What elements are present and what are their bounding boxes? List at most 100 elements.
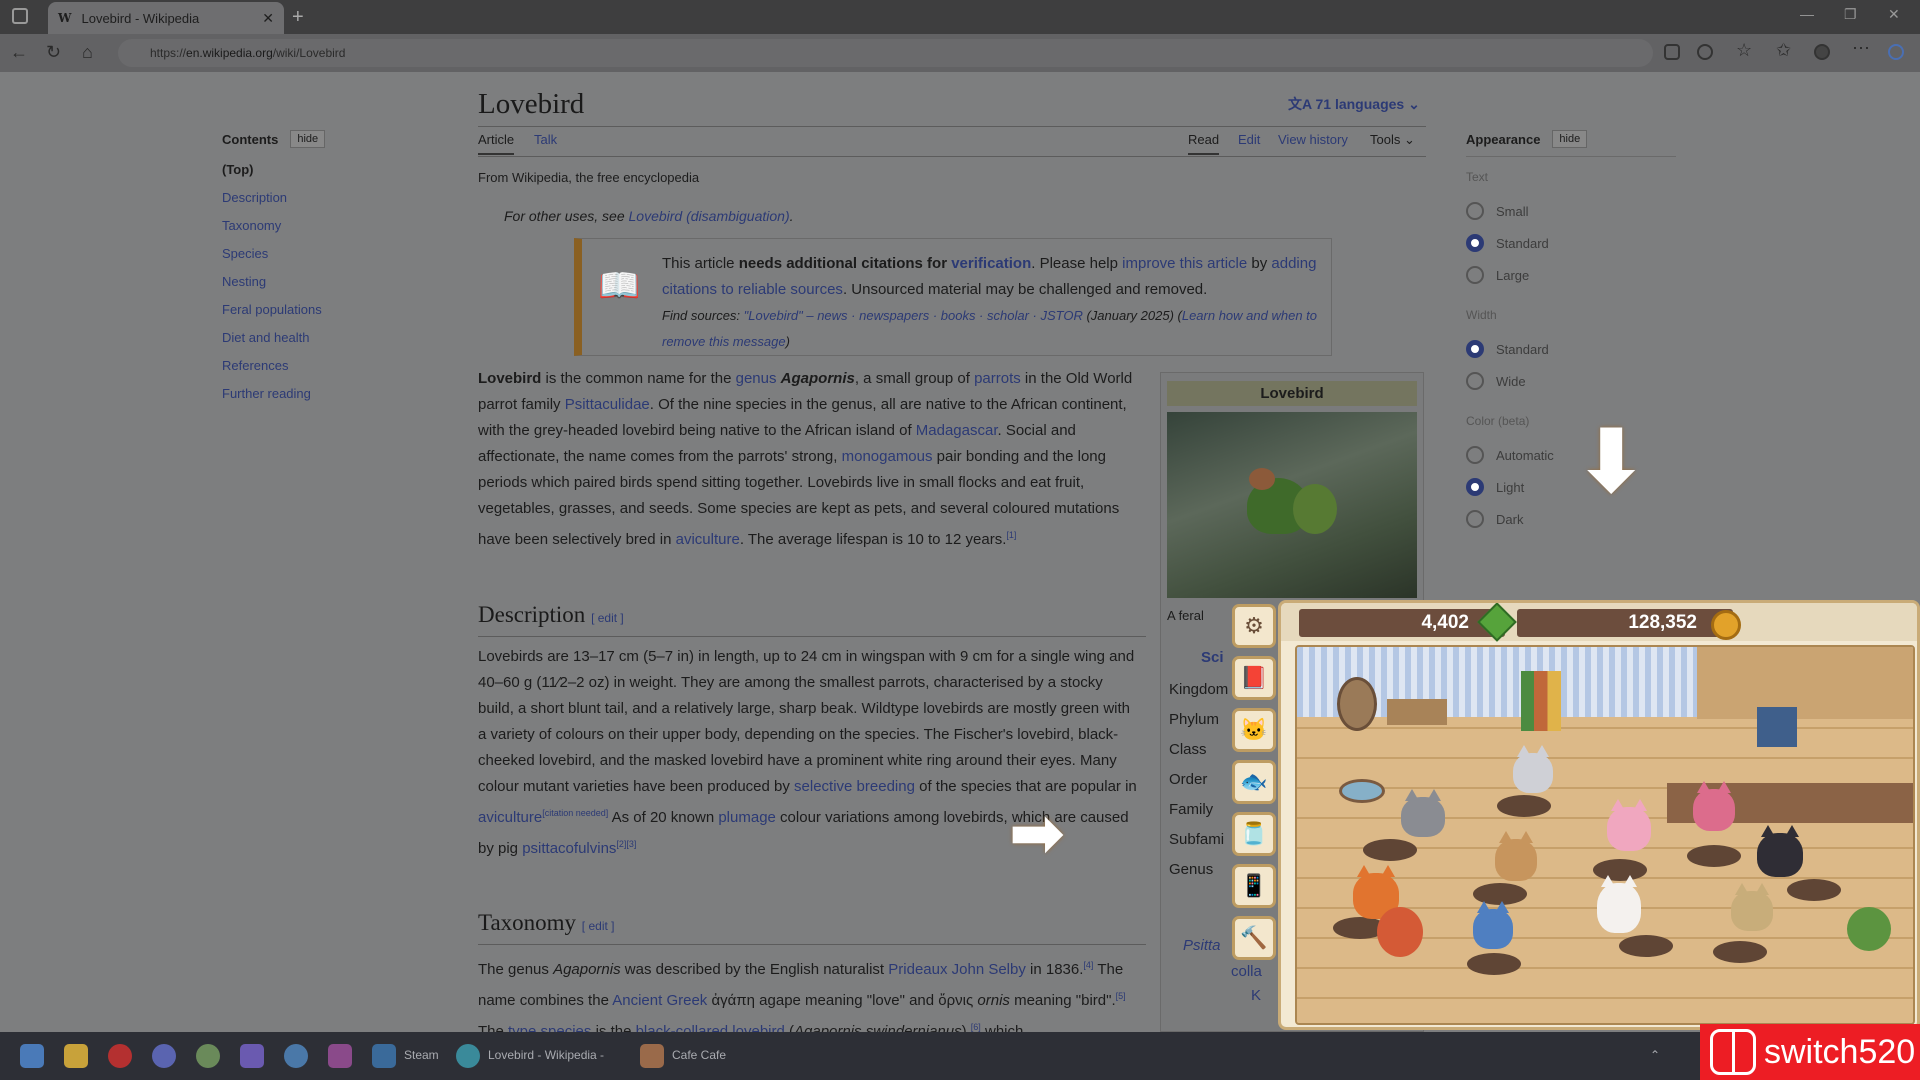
pink-cat[interactable] <box>1607 799 1651 851</box>
toc-item-references[interactable]: References <box>222 358 436 386</box>
find-sources-links[interactable]: "Lovebird" – news · newspapers · books ·… <box>744 308 1083 323</box>
read-aloud-icon[interactable] <box>1664 44 1680 60</box>
reference-link[interactable]: [2][3] <box>616 839 636 849</box>
white-cat[interactable] <box>1597 875 1641 933</box>
new-tab-icon[interactable]: + <box>292 6 304 29</box>
edit-section-link[interactable]: [ edit ] <box>591 611 624 625</box>
edge-task-label[interactable]: Lovebird - Wikipedia - <box>488 1048 604 1062</box>
cafe-table[interactable] <box>1687 845 1741 867</box>
app-icon[interactable] <box>328 1044 352 1068</box>
toc-item-top[interactable]: (Top) <box>222 162 436 190</box>
mirror-decoration[interactable] <box>1337 677 1377 731</box>
reference-link[interactable]: [6] <box>971 1022 981 1032</box>
reference-link[interactable]: [1] <box>1006 530 1016 540</box>
water-bowl[interactable] <box>1339 779 1385 803</box>
globe-icon[interactable] <box>284 1044 308 1068</box>
favorite-star-icon[interactable]: ☆ <box>1736 40 1752 61</box>
cafe-table[interactable] <box>1787 879 1841 901</box>
sci-classification-link[interactable]: Sci <box>1201 649 1224 666</box>
genus-link[interactable]: genus <box>736 370 777 387</box>
radio-width-wide[interactable]: Wide <box>1466 372 1526 390</box>
pink-cat[interactable] <box>1693 781 1735 831</box>
madagascar-link[interactable]: Madagascar <box>916 422 998 439</box>
cafe-game-icon[interactable] <box>640 1044 664 1068</box>
aviculture-link[interactable]: aviculture <box>676 531 740 548</box>
toc-item-nesting[interactable]: Nesting <box>222 274 436 302</box>
white-cat[interactable] <box>1513 745 1553 793</box>
toc-item-feral-populations[interactable]: Feral populations <box>222 302 436 330</box>
game-task-label[interactable]: Cafe Cafe <box>672 1048 726 1062</box>
browser-essentials-icon[interactable] <box>1697 44 1713 60</box>
hammer-icon[interactable]: 🔨 <box>1232 916 1276 960</box>
radio-color-dark[interactable]: Dark <box>1466 510 1523 528</box>
cat-portrait-icon[interactable]: 🐱 <box>1232 708 1276 752</box>
tan-cat[interactable] <box>1495 831 1537 881</box>
jar-icon[interactable]: 🫙 <box>1232 812 1276 856</box>
toc-item-species[interactable]: Species <box>222 246 436 274</box>
toc-hide-button[interactable]: hide <box>290 130 326 148</box>
fish-icon[interactable]: 🐟 <box>1232 760 1276 804</box>
edit-section-link[interactable]: [ edit ] <box>582 919 615 933</box>
radio-color-automatic[interactable]: Automatic <box>1466 446 1554 464</box>
flower-plant[interactable] <box>1377 907 1423 957</box>
appearance-hide-button[interactable]: hide <box>1552 130 1588 148</box>
radio-text-standard[interactable]: Standard <box>1466 234 1549 252</box>
cafe-table[interactable] <box>1713 941 1767 963</box>
disambiguation-link[interactable]: Lovebird (disambiguation) <box>629 208 790 224</box>
tab-article[interactable]: Article <box>478 132 515 155</box>
url-field[interactable]: https://en.wikipedia.org/wiki/Lovebird <box>118 39 1653 67</box>
languages-button[interactable]: 文A 71 languages ⌄ <box>1288 94 1420 114</box>
selby-link[interactable]: Prideaux John Selby <box>888 961 1026 978</box>
tab-view-history[interactable]: View history <box>1278 132 1348 147</box>
radio-text-large[interactable]: Large <box>1466 266 1529 284</box>
toc-item-diet-and-health[interactable]: Diet and health <box>222 330 436 358</box>
cafe-table[interactable] <box>1497 795 1551 817</box>
infobox-species-link[interactable]: Psitta <box>1183 937 1221 954</box>
verification-link[interactable]: verification <box>951 255 1031 272</box>
monogamous-link[interactable]: monogamous <box>842 448 933 465</box>
tan-cat[interactable] <box>1731 883 1773 931</box>
refresh-icon[interactable]: ↻ <box>46 42 61 63</box>
app-icon[interactable] <box>240 1044 264 1068</box>
chevron-up-icon[interactable]: ⌃ <box>1650 1048 1660 1062</box>
tab-tools[interactable]: Tools ⌄ <box>1370 132 1415 148</box>
radio-color-light[interactable]: Light <box>1466 478 1524 496</box>
favorites-icon[interactable]: ✩ <box>1776 40 1791 61</box>
selective-breeding-link[interactable]: selective breeding <box>794 778 915 795</box>
tea-shelf-decoration[interactable] <box>1387 699 1447 725</box>
ancient-greek-link[interactable]: Ancient Greek <box>612 992 707 1009</box>
profile-avatar[interactable] <box>1814 44 1830 60</box>
psittaculidae-link[interactable]: Psittaculidae <box>565 396 650 413</box>
toc-item-taxonomy[interactable]: Taxonomy <box>222 218 436 246</box>
aviculture-link[interactable]: aviculture <box>478 809 542 826</box>
phone-icon[interactable]: 📱 <box>1232 864 1276 908</box>
potted-plant[interactable] <box>1847 907 1891 951</box>
copilot-icon[interactable] <box>1888 44 1904 60</box>
citation-needed[interactable]: [citation needed] <box>542 808 608 818</box>
file-explorer-icon[interactable] <box>64 1044 88 1068</box>
lovebird-photo[interactable] <box>1167 412 1417 598</box>
grey-cat[interactable] <box>1401 789 1445 837</box>
discord-icon[interactable] <box>152 1044 176 1068</box>
infobox-species-link[interactable]: K <box>1251 987 1261 1004</box>
blue-cat[interactable] <box>1473 901 1513 949</box>
cafe-table[interactable] <box>1619 935 1673 957</box>
tab-talk[interactable]: Talk <box>534 132 557 147</box>
restore-icon[interactable]: ❐ <box>1844 6 1857 23</box>
close-window-icon[interactable]: ✕ <box>1888 6 1900 23</box>
back-icon[interactable]: ← <box>10 42 28 63</box>
edge-icon[interactable] <box>456 1044 480 1068</box>
reference-link[interactable]: [4] <box>1083 960 1093 970</box>
reference-link[interactable]: [5] <box>1116 991 1126 1001</box>
more-menu-icon[interactable]: ⋯ <box>1852 38 1870 59</box>
steam-label[interactable]: Steam <box>404 1048 439 1062</box>
close-tab-icon[interactable]: ✕ <box>262 10 274 27</box>
recipe-book-icon[interactable]: 📕 <box>1232 656 1276 700</box>
toc-item-description[interactable]: Description <box>222 190 436 218</box>
cafe-table[interactable] <box>1467 953 1521 975</box>
toc-item-further-reading[interactable]: Further reading <box>222 386 436 414</box>
tab-read[interactable]: Read <box>1188 132 1220 155</box>
steam-icon[interactable] <box>372 1044 396 1068</box>
improve-article-link[interactable]: improve this article <box>1122 255 1247 272</box>
tab-actions-icon[interactable] <box>12 8 28 24</box>
